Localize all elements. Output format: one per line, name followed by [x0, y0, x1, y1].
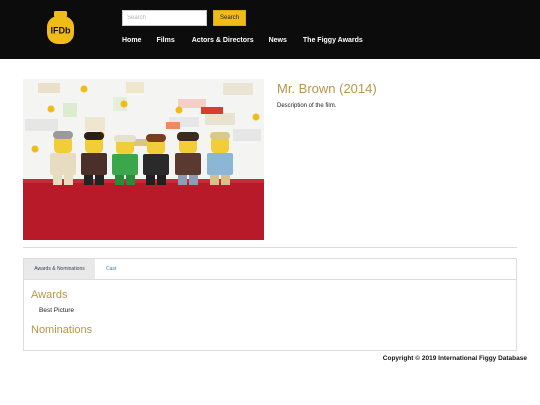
award-item: Best Picture	[39, 307, 75, 314]
film-title: Mr. Brown (2014)	[277, 81, 377, 96]
film-photo	[23, 79, 264, 240]
site-header: IFDb Search Home Films Actors & Director…	[0, 0, 540, 59]
nav-figgy-awards[interactable]: The Figgy Awards	[303, 37, 363, 44]
tab-awards-nominations[interactable]: Awards & Nominations	[24, 259, 95, 279]
nav-actors-directors[interactable]: Actors & Directors	[192, 37, 254, 44]
search-button[interactable]: Search	[213, 10, 246, 26]
logo-text: IFDb	[51, 26, 71, 36]
film-description: Description of the film.	[277, 103, 337, 109]
search-input[interactable]	[122, 10, 207, 26]
awards-panel: Awards Best Picture Nominations	[23, 279, 517, 351]
nav-home[interactable]: Home	[122, 37, 141, 44]
ifdb-logo[interactable]: IFDb	[45, 11, 76, 45]
divider	[23, 247, 517, 248]
nav-news[interactable]: News	[269, 37, 287, 44]
main-nav: Home Films Actors & Directors News The F…	[122, 37, 363, 44]
tab-cast[interactable]: Cast	[106, 259, 116, 279]
copyright-footer: Copyright © 2019 International Figgy Dat…	[382, 355, 527, 362]
film-tabs: Awards & Nominations Cast	[23, 258, 517, 279]
nominations-heading: Nominations	[31, 324, 93, 336]
nav-films[interactable]: Films	[156, 37, 174, 44]
awards-heading: Awards	[31, 289, 68, 301]
